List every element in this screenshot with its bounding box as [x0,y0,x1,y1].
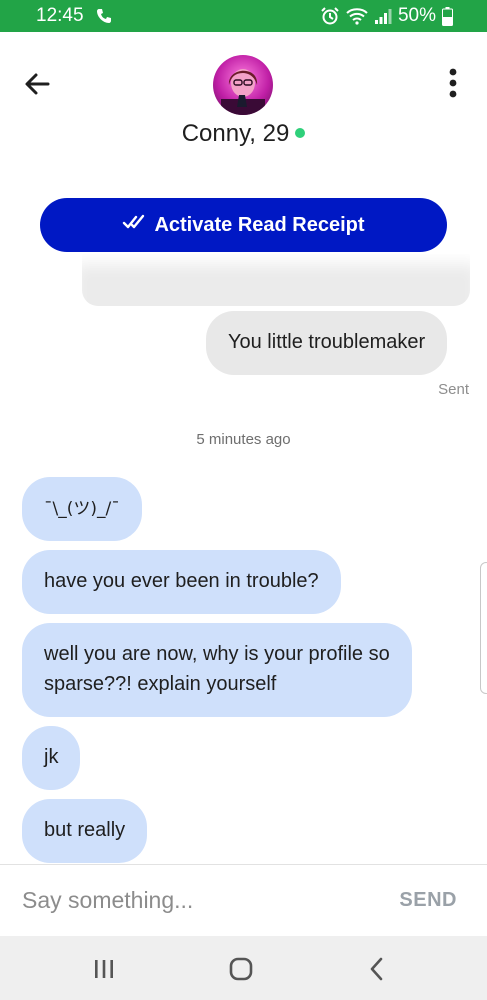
message-text: have you ever been in trouble? [44,570,319,592]
back-arrow-icon[interactable] [22,68,54,100]
recent-apps-icon[interactable] [89,954,119,984]
message-bubble-outgoing-partial [82,254,470,306]
message-composer: SEND [0,864,487,936]
message-bubble-incoming[interactable]: ¯\_(ツ)_/¯ [22,477,142,541]
more-vertical-icon[interactable] [440,66,466,102]
message-input[interactable] [22,877,362,923]
message-text: well you are now, why is your profile so… [44,643,390,695]
scrollbar-handle[interactable] [480,562,487,694]
avatar[interactable] [213,55,273,115]
message-bubble-incoming[interactable]: well you are now, why is your profile so… [22,623,412,717]
message-bubble-incoming[interactable]: but really [22,799,148,863]
double-check-icon [122,213,146,237]
online-status-dot [295,128,306,138]
contact-name-row[interactable]: Conny, 29 [0,120,487,148]
alarm-icon [320,6,340,26]
status-bar: 12:45 50% [0,0,487,32]
wifi-icon [346,7,368,25]
system-nav-bar [0,936,487,1000]
message-bubble-outgoing[interactable]: You little troublemaker [206,311,448,375]
message-status: Sent [438,381,469,398]
message-text: jk [44,746,59,768]
message-bubble-incoming[interactable]: have you ever been in trouble? [22,550,341,614]
nav-back-icon[interactable] [362,954,392,984]
battery-percent: 50% [397,5,436,26]
status-time: 12:45 [36,5,84,26]
message-text: You little troublemaker [228,331,426,353]
battery-icon [442,6,453,26]
contact-name: Conny, 29 [181,120,290,147]
read-receipt-label: Activate Read Receipt [154,213,365,236]
chat-header: Conny, 29 [0,32,487,182]
signal-icon [374,7,392,25]
message-text: but really [44,819,126,841]
message-text: ¯\_(ツ)_/¯ [44,499,120,519]
home-icon[interactable] [226,954,256,984]
phone-call-icon [96,8,112,24]
message-list[interactable]: You little troublemaker Sent 5 minutes a… [0,252,487,864]
status-indicators: 50% [320,5,453,27]
message-timestamp: 5 minutes ago [196,431,291,448]
send-button[interactable]: SEND [399,889,457,912]
message-bubble-incoming[interactable]: jk [22,726,81,790]
activate-read-receipt-button[interactable]: Activate Read Receipt [40,198,447,252]
